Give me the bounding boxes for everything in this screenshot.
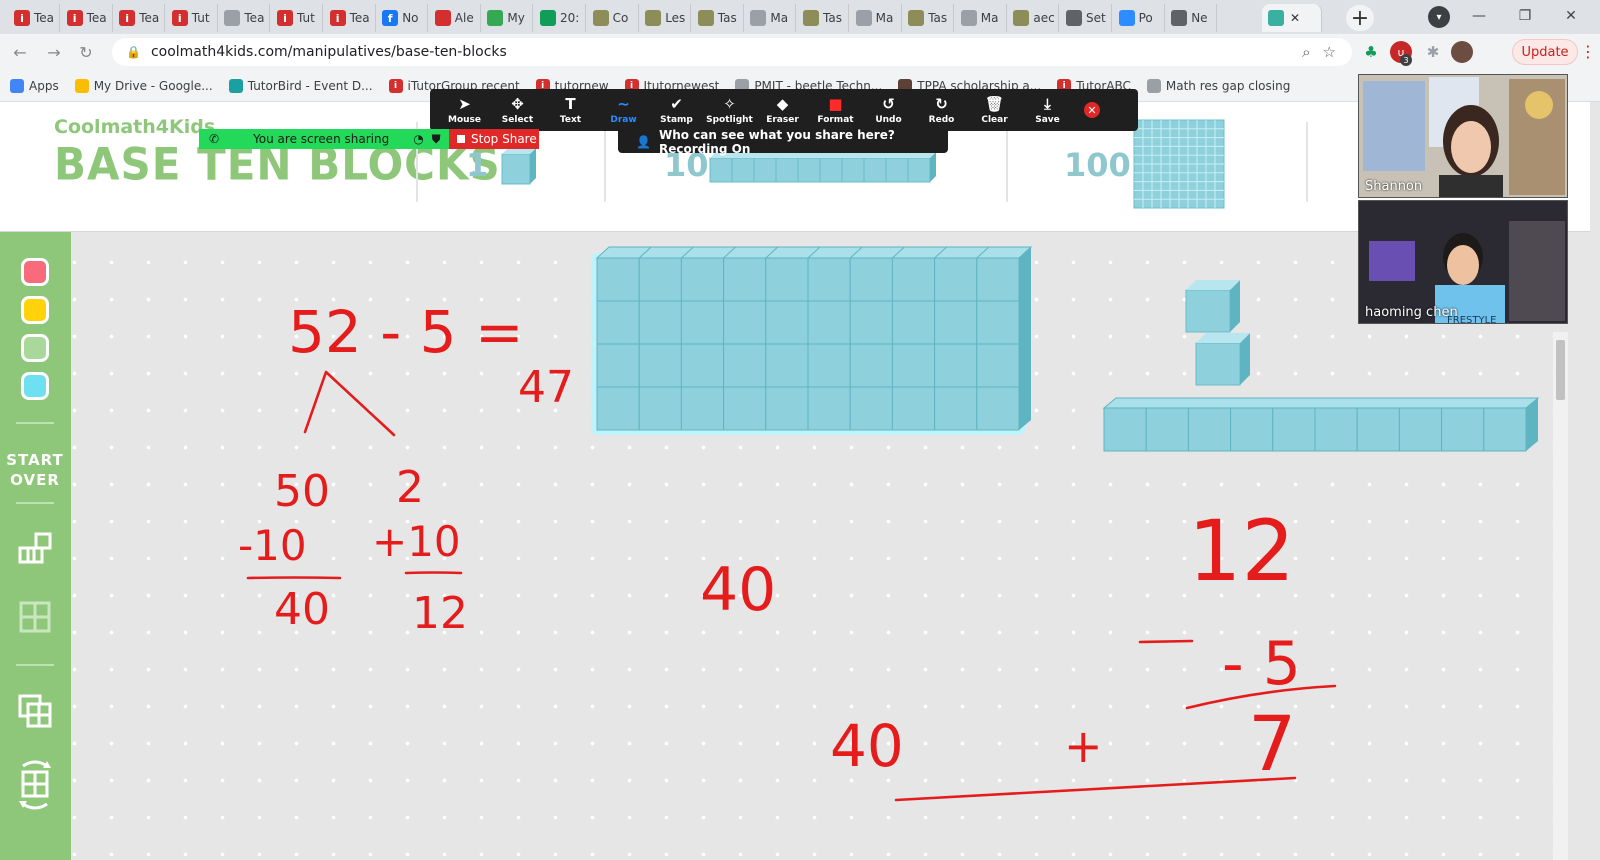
zoom-tool-clear[interactable]: 🗑 Clear [968,89,1021,131]
ink-underline [404,571,463,575]
ink-minus [1138,639,1194,644]
zoom-tool-eraser[interactable]: ◆ Eraser [756,89,809,131]
ink-problem: 52 - 5 = [288,298,524,366]
who-can-see-text: Who can see what you share here? Recordi… [658,128,895,156]
screen: i Tea i Tea i Tea i Tut Tea i Tut i Tea f No Ale My 20: Co… [0,0,1600,860]
phone-icon: ✆ [209,132,220,146]
placed-blocks-four-tens[interactable] [591,246,1033,435]
close-annotation-icon[interactable]: ✕ [1084,102,1100,118]
redo-icon: ↻ [935,94,948,113]
zoom-tool-label: Eraser [766,115,799,125]
zoom-tool-label: Redo [928,115,955,125]
placed-ten-rod[interactable] [1102,397,1540,452]
stop-share-button[interactable]: Stop Share [449,129,539,149]
placed-one-block[interactable] [1185,280,1240,333]
who-can-see-banner[interactable]: 👤 Who can see what you share here? Recor… [618,128,948,156]
ink-fifty: 50 [274,466,330,517]
ink-underline [246,576,342,580]
ink-seven: 7 [1248,699,1296,788]
ink-plus-ten: +10 [372,517,461,566]
eraser-icon: ◆ [776,94,789,113]
undo-icon: ↺ [882,94,895,113]
text-icon: T [565,94,576,113]
zoom-tool-label: Save [1035,115,1060,125]
ink-minus-ten: -10 [238,521,307,570]
ink-underline [894,776,1297,802]
move-icon: ✥ [511,94,524,113]
ink-forty-result: 40 [274,584,330,635]
participant-name: Shannon [1365,179,1423,194]
trash-icon: 🗑 [984,94,1005,113]
zoom-tool-label: Clear [981,115,1008,125]
zoom-tool-select[interactable]: ✥ Select [491,89,544,131]
person-icon: 👤 [636,135,651,149]
zoom-tool-draw[interactable]: ∼ Draw [597,89,650,131]
stop-square-icon [457,135,465,143]
wand-icon: ✧ [723,94,736,113]
zoom-tool-text[interactable]: T Text [544,89,597,131]
ink-two: 2 [396,462,424,513]
ink-forty-middle: 40 [700,555,776,625]
save-icon: ⤓ [1044,94,1051,113]
zoom-tool-stamp[interactable]: ✔ Stamp [650,89,703,131]
video-tile-shannon[interactable]: Shannon [1358,74,1568,198]
draw-icon: ∼ [617,94,630,113]
stop-share-label: Stop Share [471,132,537,146]
zoom-tool-label: Mouse [447,115,481,125]
shield-icon: ⛊ [431,131,441,146]
zoom-tool-label: Undo [875,115,902,125]
ink-branch [303,370,396,437]
zoom-tool-spotlight[interactable]: ✧ Spotlight [703,89,756,131]
video-tile-haoming[interactable]: FRESTYLE haoming chen [1358,200,1568,324]
ink-twelve: 12 [1188,502,1295,600]
zoom-tool-save[interactable]: ⤓ Save [1021,89,1074,131]
zoom-tool-label: Stamp [660,115,693,125]
zoom-tool-mouse[interactable]: ➤ Mouse [438,89,491,131]
zoom-tool-format[interactable]: ■ Format [809,89,862,131]
zoom-annotation-toolbar: ➤ Mouse ✥ Select T Text ∼ Draw ✔ Stamp ✧ Spotlight ◆… [430,89,1138,131]
placed-one-block[interactable] [1195,333,1250,386]
zoom-tool-label: Format [817,115,854,125]
zoom-tool-label: Text [559,115,582,125]
participant-name: haoming chen [1365,305,1458,320]
ink-plus: + [1064,719,1103,773]
format-color-icon: ■ [828,94,843,113]
zoom-tool-redo[interactable]: ↻ Redo [915,89,968,131]
ink-answer: 47 [518,362,574,413]
ink-five: - 5 [1222,629,1301,699]
cursor-icon: ➤ [458,94,471,113]
zoom-tool-undo[interactable]: ↺ Undo [862,89,915,131]
checkmark-icon: ✔ [670,94,683,113]
sharing-status-text: You are screen sharing [253,132,390,146]
zoom-tool-label: Draw [610,115,637,125]
zoom-tool-label: Spotlight [706,115,753,125]
signal-icon: ◔ [413,132,424,146]
screen-sharing-indicator[interactable]: ✆ You are screen sharing ◔ ⛊ [199,129,449,149]
ink-forty-bottom: 40 [830,712,904,780]
ink-twelve-result: 12 [412,588,468,639]
zoom-tool-label: Select [501,115,534,125]
